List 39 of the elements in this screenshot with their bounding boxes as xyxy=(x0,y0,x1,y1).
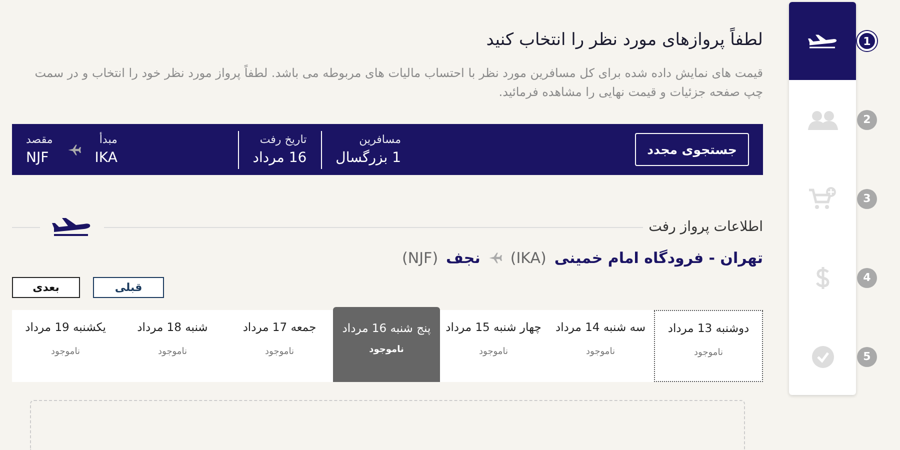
date-tab[interactable]: دوشنبه 13 مرداد ناموجود xyxy=(654,310,763,382)
origin-label: مبدأ xyxy=(98,133,118,146)
field-value: 16 مرداد xyxy=(252,150,307,166)
destination-code: (NJF) xyxy=(402,249,438,267)
origin-city: تهران - فرودگاه امام خمینی xyxy=(554,249,763,267)
section-title: اطلاعات پرواز رفت xyxy=(648,219,763,235)
people-icon xyxy=(808,110,838,130)
step-number: 4 xyxy=(857,268,877,288)
date-tab[interactable]: جمعه 17 مرداد ناموجود xyxy=(226,310,333,382)
date-tab[interactable]: يكشنبه 19 مرداد ناموجود xyxy=(12,310,119,382)
step-number: 1 xyxy=(857,31,877,51)
check-circle-icon xyxy=(812,346,834,368)
previous-button[interactable]: قبلی xyxy=(93,277,164,298)
plane-icon xyxy=(488,252,502,264)
field-label: تاریخ رفت xyxy=(258,133,307,146)
next-button[interactable]: بعدی xyxy=(12,277,80,298)
field-label: مسافرین xyxy=(358,133,401,146)
step-number: 2 xyxy=(857,110,877,130)
date-tab[interactable]: سه شنبه 14 مرداد ناموجود xyxy=(547,310,654,382)
destination-city: نجف xyxy=(446,249,480,267)
airplane-icon xyxy=(808,34,838,48)
search-again-button[interactable]: جستجوی مجدد xyxy=(635,133,749,166)
plane-icon xyxy=(66,144,81,156)
destination-label: مقصد xyxy=(26,133,53,146)
field-value: 1 بزرگسال xyxy=(336,150,401,166)
step-item[interactable] xyxy=(789,2,856,80)
origin-code: IKA xyxy=(94,150,118,166)
step-number: 5 xyxy=(857,346,877,366)
date-tab[interactable]: پنج شنبه 16 مرداد ناموجود xyxy=(333,307,440,382)
dollar-icon xyxy=(816,266,830,290)
description-text: قیمت های نمایش داده شده برای کل مسافرین مورد نظر با احتساب مالیات های مربوطه می باشد. لطفاً پرواز مورد نظر خود را انتخاب و در سمت چپ صفحه جزئیات و قیمت نهایی را مشاهده فرمائید. xyxy=(34,64,763,101)
date-tab[interactable]: چهار شنبه 15 مرداد ناموجود xyxy=(440,310,547,382)
destination-code: NJF xyxy=(26,150,49,166)
airplane-icon xyxy=(52,217,92,237)
cart-plus-icon xyxy=(808,186,836,210)
page-title: لطفاً پروازهای مورد نظر را انتخاب کنید xyxy=(12,30,763,50)
origin-code: (IKA) xyxy=(510,249,546,267)
date-tab[interactable]: شنبه 18 مرداد ناموجود xyxy=(119,310,226,382)
step-number: 3 xyxy=(857,188,877,208)
